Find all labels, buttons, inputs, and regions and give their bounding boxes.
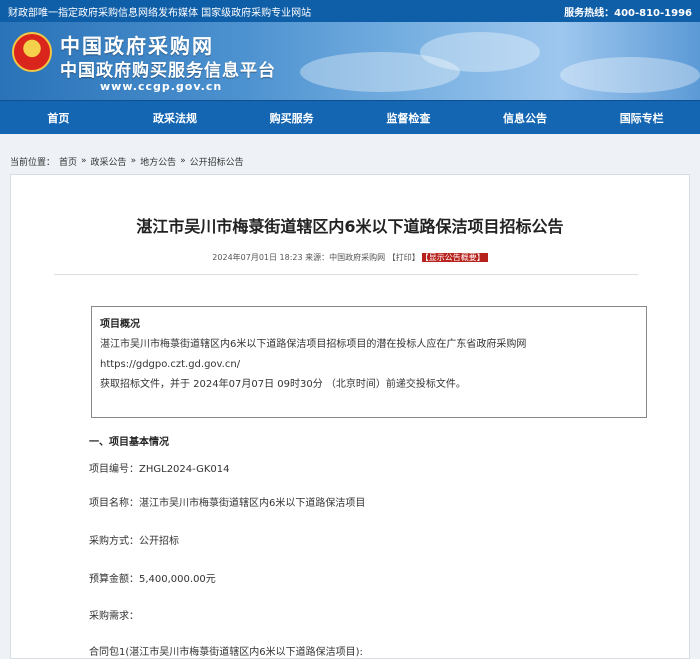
main-nav: 首页 政采法规 购买服务 监督检查 信息公告 国际专栏 [0,100,700,134]
nav-item-supervision[interactable]: 监督检查 [350,101,467,134]
site-url: www.ccgp.gov.cn [100,80,223,93]
breadcrumb-separator: » [130,156,137,166]
nav-item-home[interactable]: 首页 [0,101,117,134]
breadcrumb-separator: » [180,156,186,166]
breadcrumb-item-local[interactable]: 地方公告 [140,155,176,168]
nav-item-services[interactable]: 购买服务 [233,101,350,134]
title-divider [54,274,638,275]
top-info-bar: 财政部唯一指定政府采购信息网络发布媒体 国家级政府采购专业网站 服务热线：400… [0,0,700,22]
article-title: 湛江市吴川市梅菉街道辖区内6米以下道路保洁项目招标公告 [136,217,564,236]
breadcrumb: 当前位置： 首页 » 政采公告 » 地方公告 » 公开招标公告 [0,150,700,172]
nav-item-announcements[interactable]: 信息公告 [467,101,584,134]
nav-item-international[interactable]: 国际专栏 [583,101,700,134]
field-contract-package: 合同包1(湛江市吴川市梅菉街道辖区内6米以下道路保洁项目): [89,647,363,658]
field-procurement-method: 采购方式：公开招标 [89,536,179,547]
field-budget: 预算金额：5,400,000.00元 [89,574,216,585]
breadcrumb-item-tender[interactable]: 公开招标公告 [190,155,244,168]
field-project-name: 项目名称：湛江市吴川市梅菉街道辖区内6米以下道路保洁项目 [89,498,366,509]
breadcrumb-separator: » [81,156,87,166]
site-subtitle: 中国政府购买服务信息平台 [60,61,276,81]
section-heading: 一、项目基本情况 [89,437,169,448]
show-summary-button[interactable]: 【显示公告概要】 [421,253,488,262]
service-hotline: 服务热线：400-810-1996 [564,7,692,19]
overview-line-1: 湛江市吴川市梅菉街道辖区内6米以下道路保洁项目招标项目的潜在投标人应在广东省政府… [100,339,527,350]
top-info-left: 财政部唯一指定政府采购信息网络发布媒体 国家级政府采购专业网站 [8,7,312,19]
overview-heading: 项目概况 [100,319,140,330]
overview-line-3: 获取招标文件，并于 2024年07月07日 09时30分 （北京时间）前递交投标… [100,379,466,390]
breadcrumb-item-home[interactable]: 首页 [59,155,77,168]
site-banner: 中国政府采购网 中国政府购买服务信息平台 www.ccgp.gov.cn [0,22,700,100]
field-project-number: 项目编号：ZHGL2024-GK014 [89,464,230,475]
breadcrumb-item-procurement[interactable]: 政采公告 [91,155,127,168]
article-meta: 2024年07月01日 18:23 来源：中国政府采购网 【打印】 【显示公告概要… [11,252,689,263]
nav-item-regulations[interactable]: 政采法规 [117,101,234,134]
article-panel: 湛江市吴川市梅菉街道辖区内6米以下道路保洁项目招标公告 2024年07月01日 … [10,174,690,659]
national-emblem-icon [12,32,52,72]
field-requirements: 采购需求： [89,611,139,622]
article-meta-text: 2024年07月01日 18:23 来源：中国政府采购网 【打印】 [212,253,420,262]
project-overview-box: 项目概况 湛江市吴川市梅菉街道辖区内6米以下道路保洁项目招标项目的潜在投标人应在… [91,306,647,418]
breadcrumb-prefix: 当前位置： [10,157,56,168]
site-title[interactable]: 中国政府采购网 [60,30,214,59]
overview-link[interactable]: https://gdgpo.czt.gd.gov.cn/ [100,355,638,375]
